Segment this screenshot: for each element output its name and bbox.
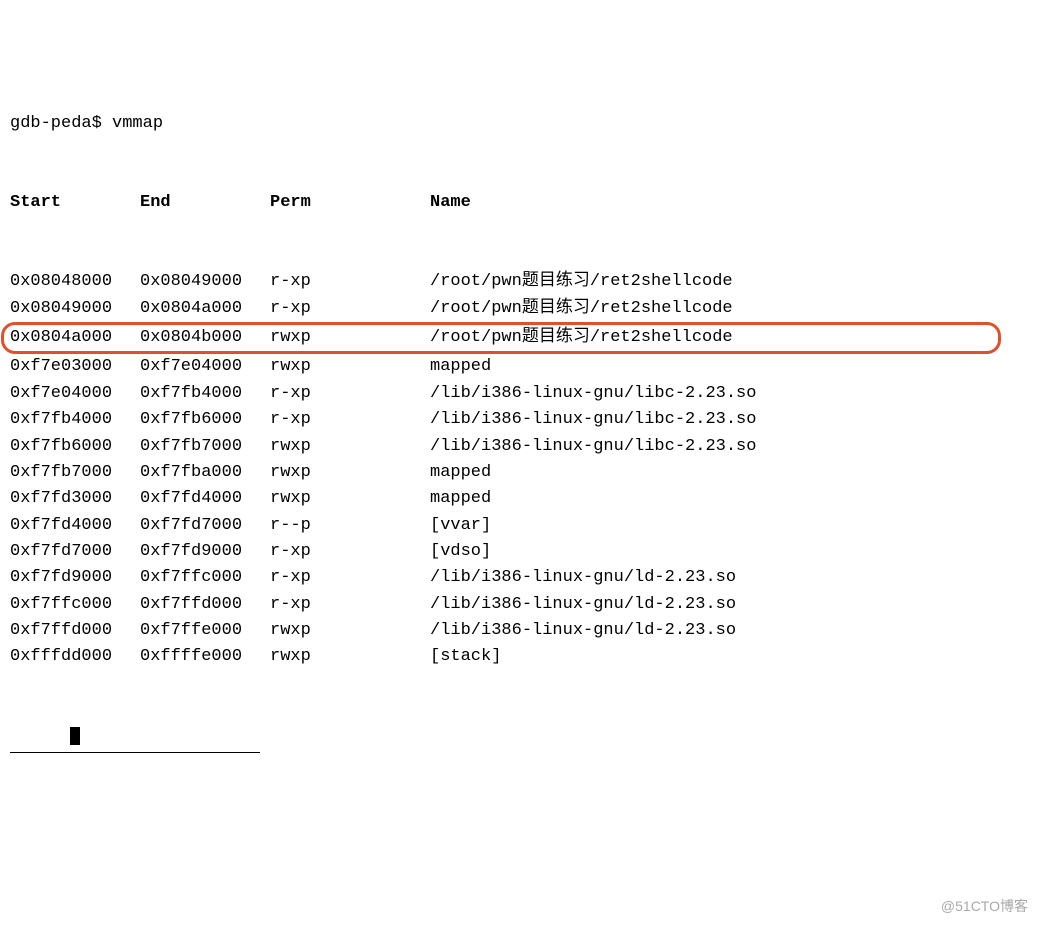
cell-name: mapped [430,460,491,486]
cell-start: 0xf7fd7000 [10,539,140,565]
cell-name: mapped [430,486,491,512]
cell-end: 0xf7fd7000 [140,513,270,539]
cell-perm: r-xp [270,407,430,433]
cell-end: 0xf7fd4000 [140,486,270,512]
table-row: 0xf7ffc0000xf7ffd000r-xp/lib/i386-linux-… [10,592,1028,618]
table-row: 0xf7fb70000xf7fba000rwxpmapped [10,460,1028,486]
cell-name: /lib/i386-linux-gnu/libc-2.23.so [430,381,756,407]
vmmap-table-body: 0x080480000x08049000r-xp/root/pwn题目练习/re… [10,269,1028,670]
cell-end: 0xffffe000 [140,644,270,670]
watermark: @51CTO博客 [941,896,1028,918]
cell-perm: r-xp [270,539,430,565]
cell-end: 0x08049000 [140,269,270,295]
cell-start: 0xf7e03000 [10,354,140,380]
cell-name: /root/pwn题目练习/ret2shellcode [430,269,733,295]
header-end: End [140,190,270,216]
table-row: 0xf7ffd0000xf7ffe000rwxp/lib/i386-linux-… [10,618,1028,644]
prompt-line: gdb-peda$ vmmap [10,111,1028,137]
cell-perm: rwxp [270,325,430,351]
table-row: 0xf7fd90000xf7ffc000r-xp/lib/i386-linux-… [10,565,1028,591]
table-row: 0x080490000x0804a000r-xp/root/pwn题目练习/re… [10,296,1028,322]
table-row: 0xfffdd0000xffffe000rwxp[stack] [10,644,1028,670]
table-row: 0x0804a0000x0804b000rwxp/root/pwn题目练习/re… [10,322,1028,354]
cell-perm: r-xp [270,565,430,591]
cell-end: 0xf7fba000 [140,460,270,486]
cell-name: /lib/i386-linux-gnu/ld-2.23.so [430,618,736,644]
cell-end: 0xf7ffc000 [140,565,270,591]
cell-end: 0x0804a000 [140,296,270,322]
cell-perm: rwxp [270,618,430,644]
table-row: 0xf7fd30000xf7fd4000rwxpmapped [10,486,1028,512]
header-name: Name [430,190,471,216]
table-row: 0xf7fd70000xf7fd9000r-xp[vdso] [10,539,1028,565]
table-row: 0xf7fd40000xf7fd7000r--p[vvar] [10,513,1028,539]
cell-start: 0xf7ffd000 [10,618,140,644]
cell-perm: rwxp [270,486,430,512]
cell-perm: r-xp [270,592,430,618]
cell-start: 0x08049000 [10,296,140,322]
cell-end: 0xf7fb4000 [140,381,270,407]
cell-name: [vvar] [430,513,491,539]
cell-start: 0xfffdd000 [10,644,140,670]
cell-name: /lib/i386-linux-gnu/libc-2.23.so [430,407,756,433]
cell-perm: r-xp [270,296,430,322]
cell-perm: r--p [270,513,430,539]
prompt-prefix: gdb-peda$ [10,111,102,137]
highlighted-row: 0x0804a0000x0804b000rwxp/root/pwn题目练习/re… [1,322,1001,354]
cell-start: 0xf7ffc000 [10,592,140,618]
table-row: 0xf7fb60000xf7fb7000rwxp/lib/i386-linux-… [10,434,1028,460]
table-row: 0xf7e030000xf7e04000rwxpmapped [10,354,1028,380]
cell-end: 0xf7fb6000 [140,407,270,433]
cell-start: 0x0804a000 [10,325,140,351]
cell-end: 0x0804b000 [140,325,270,351]
cell-perm: rwxp [270,460,430,486]
cell-end: 0xf7ffe000 [140,618,270,644]
table-row: 0xf7fb40000xf7fb6000r-xp/lib/i386-linux-… [10,407,1028,433]
cell-perm: rwxp [270,354,430,380]
terminal-cursor [70,727,80,745]
cell-name: /lib/i386-linux-gnu/libc-2.23.so [430,434,756,460]
cell-start: 0xf7fb6000 [10,434,140,460]
cell-end: 0xf7ffd000 [140,592,270,618]
cell-name: [stack] [430,644,501,670]
cell-end: 0xf7fb7000 [140,434,270,460]
cell-start: 0xf7fd4000 [10,513,140,539]
cell-name: mapped [430,354,491,380]
table-row: 0xf7e040000xf7fb4000r-xp/lib/i386-linux-… [10,381,1028,407]
table-header: StartEndPermName [10,190,1028,216]
cell-start: 0xf7fd9000 [10,565,140,591]
cell-start: 0xf7fd3000 [10,486,140,512]
cell-name: [vdso] [430,539,491,565]
cell-start: 0xf7e04000 [10,381,140,407]
cell-end: 0xf7fd9000 [140,539,270,565]
cell-start: 0xf7fb7000 [10,460,140,486]
cell-perm: rwxp [270,644,430,670]
cell-start: 0x08048000 [10,269,140,295]
bottom-rule [10,752,260,753]
cell-start: 0xf7fb4000 [10,407,140,433]
header-start: Start [10,190,140,216]
cell-perm: r-xp [270,381,430,407]
cell-name: /lib/i386-linux-gnu/ld-2.23.so [430,592,736,618]
cell-name: /root/pwn题目练习/ret2shellcode [430,296,733,322]
cell-end: 0xf7e04000 [140,354,270,380]
header-perm: Perm [270,190,430,216]
cell-perm: r-xp [270,269,430,295]
cell-perm: rwxp [270,434,430,460]
cell-name: /lib/i386-linux-gnu/ld-2.23.so [430,565,736,591]
table-row: 0x080480000x08049000r-xp/root/pwn题目练习/re… [10,269,1028,295]
prompt-command: vmmap [112,111,163,137]
cell-name: /root/pwn题目练习/ret2shellcode [430,325,733,351]
